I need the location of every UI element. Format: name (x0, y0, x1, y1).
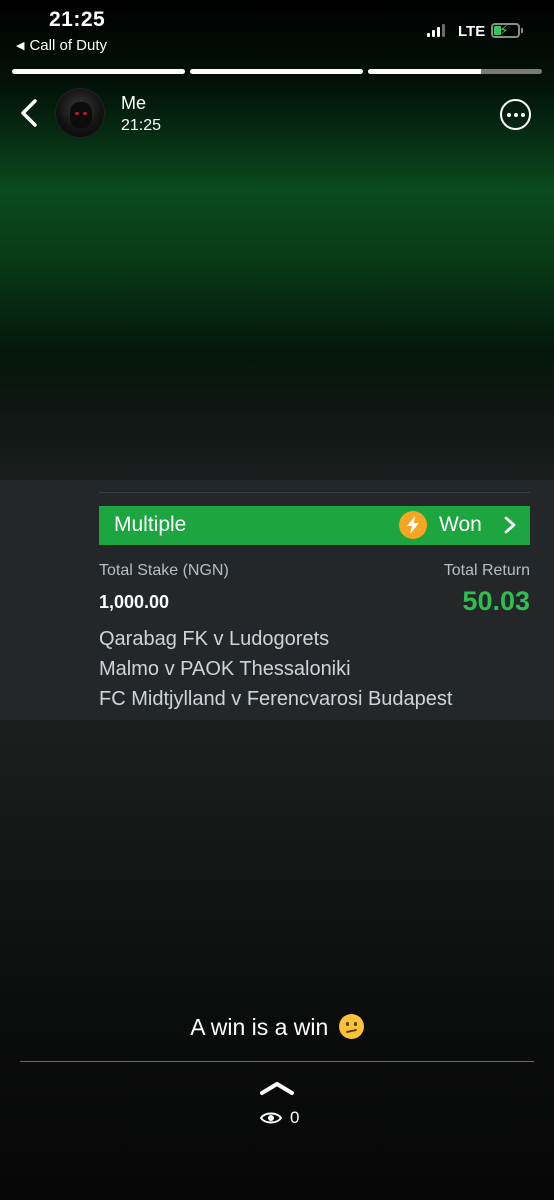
more-options-button[interactable] (500, 99, 531, 130)
total-stake-label: Total Stake (NGN) (99, 562, 229, 579)
story-background-bottom (0, 720, 554, 1200)
swipe-up-chevron-icon[interactable] (258, 1080, 296, 1096)
card-divider (99, 492, 530, 493)
more-dot-icon (520, 112, 525, 117)
story-progress-1 (12, 69, 185, 74)
eye-icon (260, 1112, 282, 1124)
lightning-icon (399, 511, 427, 539)
match-item: Qarabag FK v Ludogorets (99, 628, 330, 650)
caption-text: A win is a win (190, 1014, 329, 1040)
match-item: Malmo v PAOK Thessaloniki (99, 658, 351, 680)
more-dot-icon (513, 112, 518, 117)
bet-slip-card: Multiple Won Total Stake (NGN) Total Ret… (0, 480, 554, 720)
back-to-app-link[interactable]: ◀ Call of Duty (16, 37, 107, 54)
more-dot-icon (506, 112, 511, 117)
story-progress-fill (368, 69, 482, 74)
total-return-value: 50.03 (462, 586, 530, 616)
story-post-time: 21:25 (121, 117, 162, 134)
story-progress-fill (190, 69, 363, 74)
back-chevron-icon[interactable] (18, 98, 42, 128)
bet-status: Won (439, 513, 482, 536)
back-triangle-icon: ◀ (16, 40, 25, 52)
confused-face-icon (338, 1014, 364, 1039)
story-caption: A win is a win (0, 1014, 554, 1041)
match-item: FC Midtjylland v Ferencvarosi Budapest (99, 688, 453, 710)
footer-divider (20, 1061, 534, 1062)
battery-icon: ⚡ (491, 22, 523, 38)
charging-bolt-icon: ⚡ (499, 22, 509, 38)
view-count[interactable]: 0 (260, 1108, 299, 1128)
status-time: 21:25 (49, 8, 106, 31)
story-progress-fill (12, 69, 185, 74)
chevron-right-icon (504, 516, 516, 534)
view-count-value: 0 (290, 1108, 300, 1127)
bet-type: Multiple (114, 513, 187, 536)
avatar[interactable] (55, 88, 105, 138)
total-return-label: Total Return (443, 562, 530, 579)
network-type: LTE (458, 23, 486, 40)
signal-strength-icon (427, 24, 445, 37)
total-stake-value: 1,000.00 (99, 592, 170, 612)
back-app-label: Call of Duty (29, 37, 107, 54)
bet-status-bar[interactable]: Multiple Won (99, 506, 530, 545)
story-user-name[interactable]: Me (121, 93, 146, 114)
story-progress-3 (368, 69, 542, 74)
story-progress-2 (190, 69, 363, 74)
